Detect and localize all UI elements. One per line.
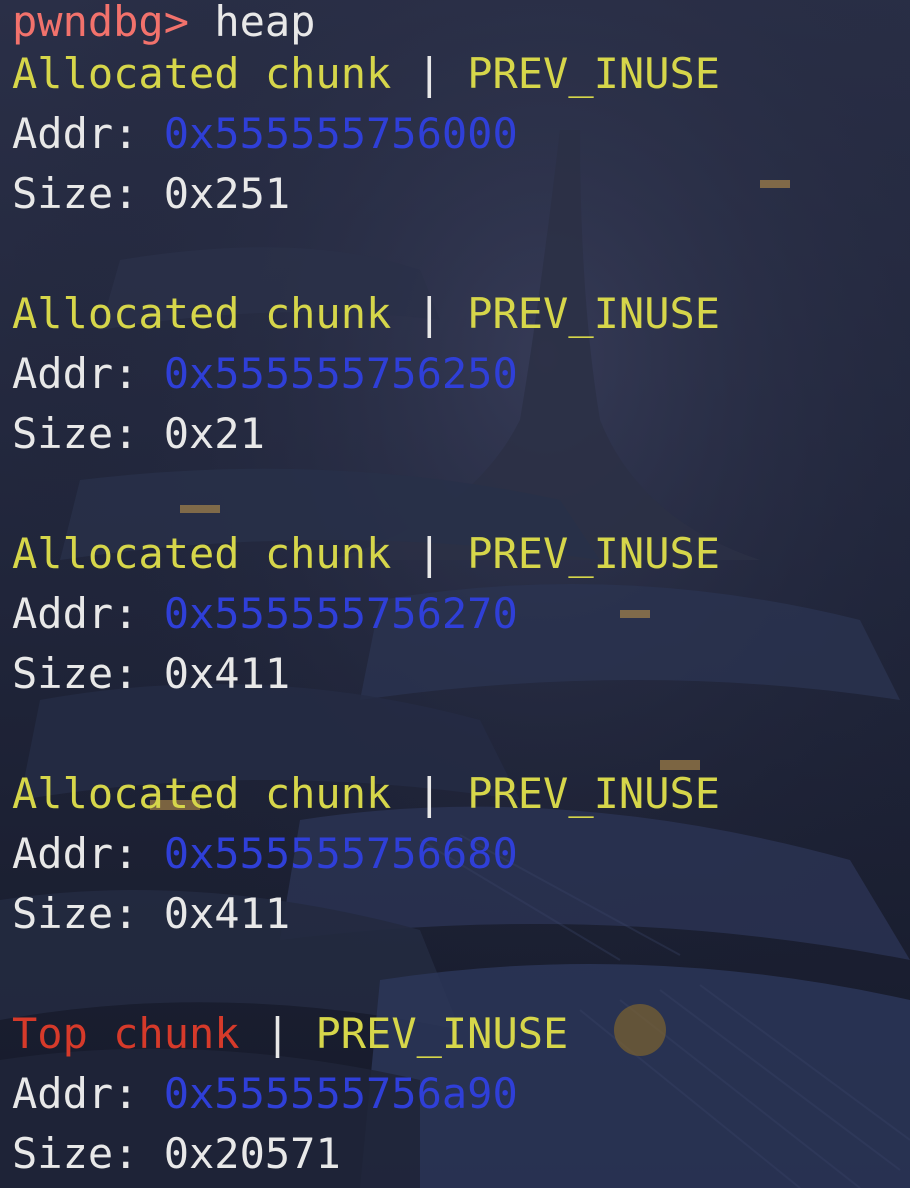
chunk-size-line: Size: 0x251 [12, 164, 910, 224]
addr-label: Addr: [12, 829, 139, 878]
chunk-size: 0x411 [163, 649, 291, 698]
separator: | [416, 49, 442, 98]
chunk-address: 0x555555756250 [163, 349, 518, 398]
chunk-header: Allocated chunk | PREV_INUSE [12, 44, 910, 104]
size-label: Size: [12, 1129, 139, 1178]
chunk-address: 0x555555756a90 [163, 1069, 518, 1118]
size-label: Size: [12, 169, 139, 218]
chunk-size: 0x20571 [163, 1129, 341, 1178]
chunk-type: Allocated chunk [12, 289, 392, 338]
chunk-flag: PREV_INUSE [315, 1009, 569, 1058]
chunk-flag: PREV_INUSE [467, 289, 721, 338]
chunk-flag: PREV_INUSE [467, 769, 721, 818]
chunk-address: 0x555555756270 [163, 589, 518, 638]
chunk-size-line: Size: 0x20571 [12, 1124, 910, 1184]
separator: | [416, 769, 442, 818]
chunk-type: Top chunk [12, 1009, 240, 1058]
chunk-type: Allocated chunk [12, 529, 392, 578]
chunk-size-line: Size: 0x411 [12, 884, 910, 944]
command-text: heap [214, 0, 316, 46]
separator: | [416, 289, 442, 338]
chunk-addr-line: Addr: 0x555555756250 [12, 344, 910, 404]
addr-label: Addr: [12, 1069, 139, 1118]
chunk-flag: PREV_INUSE [467, 529, 721, 578]
separator: | [264, 1009, 291, 1058]
chunk-size: 0x21 [163, 409, 265, 458]
chunk-addr-line: Addr: 0x555555756270 [12, 584, 910, 644]
chunk-size-line: Size: 0x411 [12, 644, 910, 704]
addr-label: Addr: [12, 109, 139, 158]
chunk-flag: PREV_INUSE [467, 49, 721, 98]
chunk-size: 0x251 [163, 169, 291, 218]
size-label: Size: [12, 649, 139, 698]
separator: | [416, 529, 442, 578]
chunk-address: 0x555555756680 [163, 829, 518, 878]
top-chunk-header: Top chunk | PREV_INUSE [12, 1004, 910, 1064]
size-label: Size: [12, 409, 139, 458]
chunk-address: 0x555555756000 [163, 109, 518, 158]
prompt: pwndbg> [12, 0, 190, 46]
chunk-size-line: Size: 0x21 [12, 404, 910, 464]
addr-label: Addr: [12, 589, 139, 638]
chunk-header: Allocated chunk | PREV_INUSE [12, 284, 910, 344]
chunk-addr-line: Addr: 0x555555756000 [12, 104, 910, 164]
terminal-output: pwndbg> heap Allocated chunk | PREV_INUS… [0, 0, 910, 1188]
chunk-addr-line: Addr: 0x555555756a90 [12, 1064, 910, 1124]
addr-label: Addr: [12, 349, 139, 398]
chunk-type: Allocated chunk [12, 49, 392, 98]
chunk-header: Allocated chunk | PREV_INUSE [12, 524, 910, 584]
chunk-type: Allocated chunk [12, 769, 392, 818]
chunk-size: 0x411 [163, 889, 291, 938]
chunk-header: Allocated chunk | PREV_INUSE [12, 764, 910, 824]
chunk-addr-line: Addr: 0x555555756680 [12, 824, 910, 884]
prompt-line: pwndbg> heap [12, 0, 910, 44]
size-label: Size: [12, 889, 139, 938]
